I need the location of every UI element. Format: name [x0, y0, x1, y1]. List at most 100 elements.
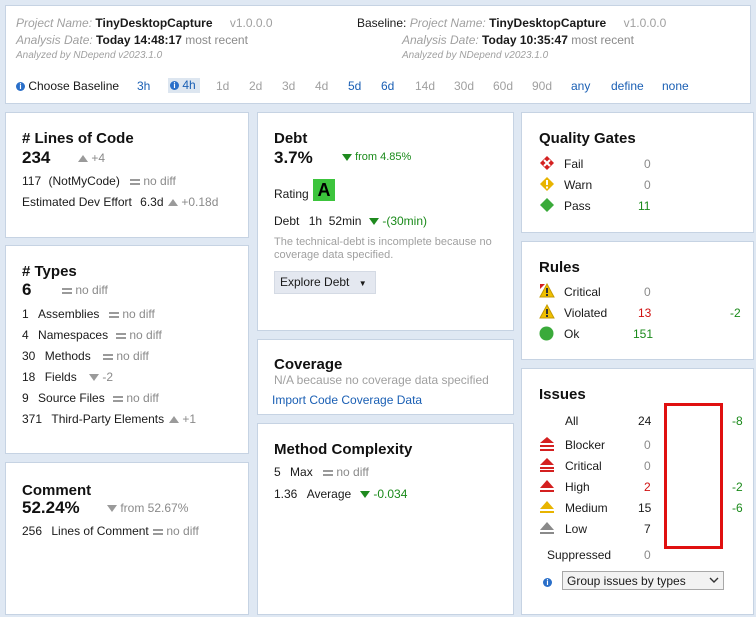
rules-violated-value[interactable]: 13	[638, 306, 651, 320]
rules-violated-delta: -2	[730, 306, 741, 320]
up-arrow-icon	[78, 155, 88, 163]
assemblies-value[interactable]: 1	[22, 307, 29, 321]
complexity-max-value[interactable]: 5	[274, 465, 281, 479]
equal-icon	[62, 287, 72, 294]
down-arrow-icon	[107, 505, 117, 513]
issues-all-value[interactable]: 24	[638, 414, 651, 428]
warning-icon	[539, 304, 555, 319]
project-name: TinyDesktopCapture	[95, 16, 213, 30]
baseline-option-60d[interactable]: 60d	[493, 79, 513, 93]
issues-low-label[interactable]: Low	[565, 522, 587, 536]
coverage-title: Coverage	[274, 356, 343, 373]
issues-all-label[interactable]: All	[565, 414, 578, 428]
loc-value[interactable]: 234	[22, 148, 50, 168]
up-arrow-icon	[169, 416, 179, 424]
lines-of-comment-value[interactable]: 256	[22, 524, 42, 538]
rules-ok-value[interactable]: 151	[633, 327, 653, 341]
dev-effort-value[interactable]: 6.3d	[140, 195, 163, 209]
baseline-analysis-line: Analysis Date: Today 10:35:47 most recen…	[402, 33, 634, 47]
rules-title: Rules	[539, 259, 580, 276]
down-arrow-icon	[342, 153, 352, 161]
rules-violated-label[interactable]: Violated	[564, 306, 607, 320]
notmycode-diff: no diff	[130, 174, 176, 188]
baseline-version: v1.0.0.0	[623, 16, 667, 30]
baseline-option-90d[interactable]: 90d	[532, 79, 552, 93]
project-info-line: Project Name: TinyDesktopCapture v1.0.0.…	[16, 16, 273, 30]
explore-debt-button[interactable]: Explore Debt ▼	[274, 271, 376, 294]
baseline-option-5d[interactable]: 5d	[348, 79, 361, 93]
baseline-option-define[interactable]: define	[611, 79, 644, 93]
issues-suppressed-value[interactable]: 0	[644, 548, 651, 562]
pass-label[interactable]: Pass	[564, 199, 591, 213]
baseline-option-3d[interactable]: 3d	[282, 79, 295, 93]
baseline-analysis-date: Today 10:35:47	[482, 33, 568, 47]
notmycode-value[interactable]: 117	[22, 174, 41, 188]
baseline-option-4h[interactable]: i 4h	[168, 78, 200, 93]
warn-label[interactable]: Warn	[564, 178, 592, 192]
equal-icon	[153, 528, 163, 535]
issues-medium-value[interactable]: 15	[638, 501, 651, 515]
types-diff: no diff	[62, 283, 108, 297]
types-value[interactable]: 6	[22, 280, 31, 300]
lines-of-comment-diff: no diff	[153, 524, 199, 538]
fields-label: Fields	[44, 370, 77, 384]
analysis-date-line: Analysis Date: Today 14:48:17 most recen…	[16, 33, 248, 47]
namespaces-value[interactable]: 4	[22, 328, 29, 342]
issues-low-value[interactable]: 7	[644, 522, 651, 536]
baseline-option-3h[interactable]: 3h	[137, 79, 150, 93]
third-party-label: Third-Party Elements	[51, 412, 165, 426]
namespaces-diff-text: no diff	[129, 328, 162, 342]
issues-high-delta: -2	[732, 480, 743, 494]
fields-diff: -2	[89, 370, 113, 384]
rating-badge[interactable]: A	[313, 179, 335, 201]
debt-time-delta: -(30min)	[369, 214, 427, 228]
fail-label[interactable]: Fail	[564, 157, 583, 171]
baseline-info-line: Baseline: Project Name: TinyDesktopCaptu…	[357, 16, 666, 30]
issues-suppressed-label[interactable]: Suppressed	[547, 548, 611, 562]
pass-value[interactable]: 11	[638, 199, 650, 213]
baseline-option-6d[interactable]: 6d	[381, 79, 394, 93]
fields-diff-text: -2	[102, 370, 114, 384]
baseline-option-any[interactable]: any	[571, 79, 590, 93]
baseline-option-1d[interactable]: 1d	[216, 79, 229, 93]
import-coverage-link[interactable]: Import Code Coverage Data	[272, 393, 422, 407]
loc-title: # Lines of Code	[22, 130, 134, 147]
issues-critical-value[interactable]: 0	[644, 459, 651, 473]
rules-critical-value[interactable]: 0	[644, 285, 651, 299]
issues-medium-label[interactable]: Medium	[565, 501, 608, 515]
comment-value[interactable]: 52.24%	[22, 498, 80, 518]
debt-value[interactable]: 3.7%	[274, 148, 313, 168]
issues-medium-delta: -6	[732, 501, 743, 515]
baseline-option-2d[interactable]: 2d	[249, 79, 262, 93]
pass-icon	[540, 198, 554, 212]
group-issues-select[interactable]: Group issues by types	[562, 571, 724, 590]
methods-value[interactable]: 30	[22, 349, 35, 363]
fail-value[interactable]: 0	[644, 157, 651, 171]
baseline-option-none[interactable]: none	[662, 79, 689, 93]
issues-blocker-label[interactable]: Blocker	[565, 438, 605, 452]
debt-time-value[interactable]: 1h 52min	[309, 214, 362, 228]
third-party-value[interactable]: 371	[22, 412, 42, 426]
warn-value[interactable]: 0	[644, 178, 651, 192]
issues-high-value[interactable]: 2	[644, 480, 651, 494]
complexity-avg-value[interactable]: 1.36	[274, 487, 297, 501]
issues-blocker-value[interactable]: 0	[644, 438, 651, 452]
lines-of-comment-label: Lines of Comment	[51, 524, 149, 538]
notmycode-diff-text: no diff	[143, 174, 176, 188]
issues-high-label[interactable]: High	[565, 480, 590, 494]
baseline-option-14d[interactable]: 14d	[415, 79, 435, 93]
rules-critical-label[interactable]: Critical	[564, 285, 601, 299]
debt-panel: Debt 3.7% from 4.85% Rating A Debt 1h 52…	[257, 112, 514, 331]
source-files-value[interactable]: 9	[22, 391, 29, 405]
info-icon: i	[543, 578, 552, 587]
source-files-diff: no diff	[113, 391, 159, 405]
baseline-option-4d[interactable]: 4d	[315, 79, 328, 93]
choose-baseline: i Choose Baseline	[16, 79, 119, 93]
fields-value[interactable]: 18	[22, 370, 35, 384]
baseline-option-30d[interactable]: 30d	[454, 79, 474, 93]
types-row-methods: 30 Methods	[22, 349, 91, 363]
rules-ok-label[interactable]: Ok	[564, 327, 579, 341]
debt-time-row: Debt 1h 52min	[274, 214, 361, 228]
issues-critical-label[interactable]: Critical	[565, 459, 602, 473]
rules-panel: Rules Critical 0 Violated 13 -2 Ok 151	[521, 241, 754, 360]
